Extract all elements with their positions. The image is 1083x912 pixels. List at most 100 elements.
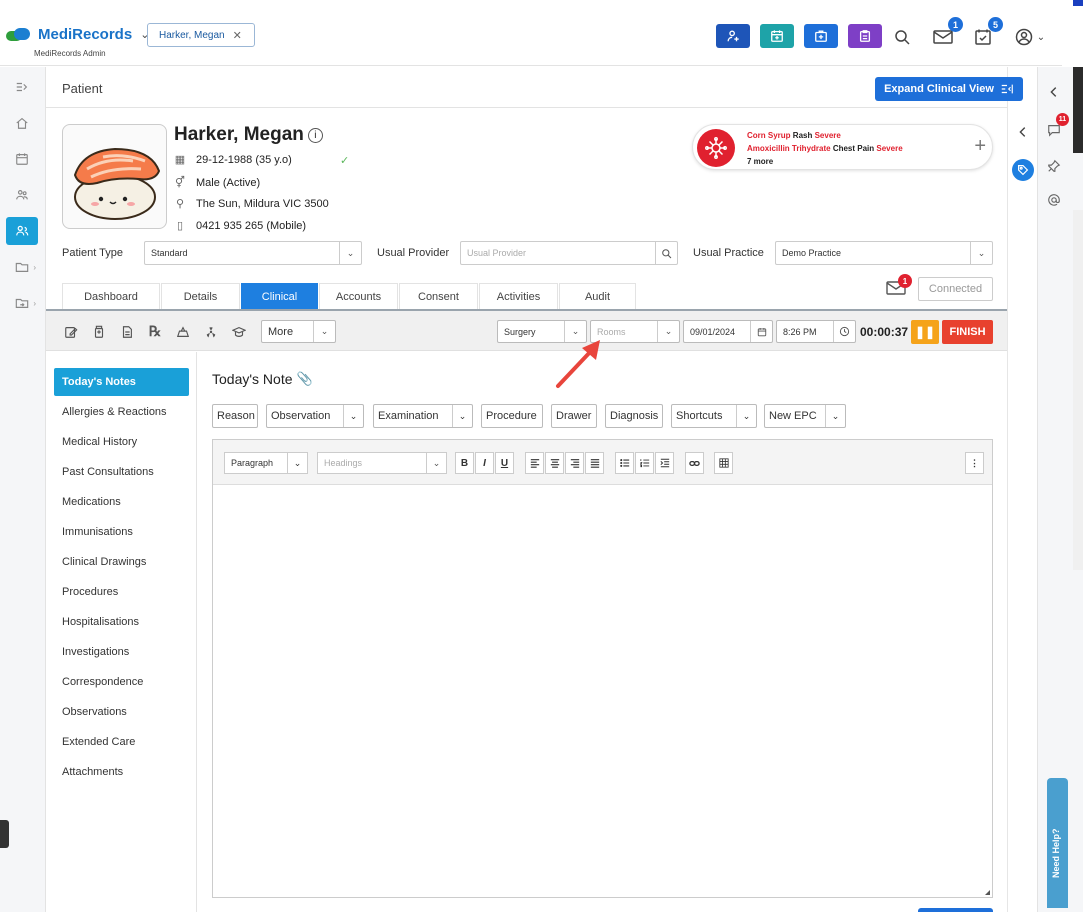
- tasks-icon[interactable]: 5: [972, 17, 1003, 48]
- block-format-select[interactable]: Paragraph ⌄: [224, 452, 308, 474]
- nav-clinical-drawings[interactable]: Clinical Drawings: [54, 548, 189, 576]
- group-icon[interactable]: [6, 181, 38, 209]
- reason-button[interactable]: Reason: [212, 404, 258, 428]
- usual-provider-input[interactable]: Usual Provider: [460, 241, 678, 265]
- bullet-list-button[interactable]: [615, 452, 634, 474]
- pin-icon[interactable]: [1043, 155, 1065, 177]
- nav-hospitalisations[interactable]: Hospitalisations: [54, 608, 189, 636]
- chat-icon[interactable]: 11: [1043, 113, 1069, 141]
- new-epc-dropdown[interactable]: New EPC ⌄: [764, 404, 846, 428]
- expand-clinical-view-button[interactable]: Expand Clinical View: [875, 77, 1023, 101]
- patients-icon[interactable]: [6, 217, 38, 245]
- chevron-left-icon[interactable]: [1043, 81, 1065, 103]
- search-icon[interactable]: [655, 242, 677, 264]
- folder-share-icon[interactable]: ›: [6, 289, 38, 317]
- underline-button[interactable]: U: [495, 452, 514, 474]
- tab-accounts[interactable]: Accounts: [319, 283, 398, 309]
- finish-button[interactable]: FINISH: [942, 320, 993, 344]
- nav-extended-care[interactable]: Extended Care: [54, 728, 189, 756]
- bold-button[interactable]: B: [455, 452, 474, 474]
- appointment-button[interactable]: [760, 24, 794, 48]
- tab-activities[interactable]: Activities: [479, 283, 558, 309]
- align-right-button[interactable]: [565, 452, 584, 474]
- nav-todays-notes[interactable]: Today's Notes: [54, 368, 189, 396]
- nav-correspondence[interactable]: Correspondence: [54, 668, 189, 696]
- align-left-button[interactable]: [525, 452, 544, 474]
- shortcuts-dropdown[interactable]: Shortcuts ⌄: [671, 404, 757, 428]
- pause-button[interactable]: ❚❚: [911, 320, 939, 344]
- connected-button[interactable]: Connected: [918, 277, 993, 301]
- allergy-more[interactable]: 7 more: [747, 157, 773, 166]
- numbered-list-button[interactable]: [635, 452, 654, 474]
- paperclip-icon[interactable]: 📎: [297, 371, 313, 387]
- nav-procedures[interactable]: Procedures: [54, 578, 189, 606]
- calendar-icon[interactable]: [6, 145, 38, 173]
- mention-icon[interactable]: [1043, 189, 1065, 211]
- user-menu[interactable]: ⌄: [1010, 26, 1050, 48]
- brand-logo[interactable]: MediRecords ⌄: [6, 26, 149, 43]
- clipboard-button[interactable]: [848, 24, 882, 48]
- date-input[interactable]: 09/01/2024: [683, 320, 773, 343]
- observation-dropdown[interactable]: Observation ⌄: [266, 404, 364, 428]
- edit-note-icon[interactable]: [62, 323, 80, 341]
- tab-consent[interactable]: Consent: [399, 283, 478, 309]
- calendar-icon[interactable]: [750, 321, 772, 342]
- info-icon[interactable]: i: [307, 127, 323, 143]
- education-icon[interactable]: [230, 323, 248, 341]
- nav-immunisations[interactable]: Immunisations: [54, 518, 189, 546]
- clock-icon[interactable]: [833, 321, 855, 342]
- scale-icon[interactable]: [174, 323, 192, 341]
- link-button[interactable]: [685, 452, 704, 474]
- prescription-bottle-icon[interactable]: [90, 323, 108, 341]
- document-icon[interactable]: [118, 323, 136, 341]
- time-input[interactable]: 8:26 PM: [776, 320, 856, 343]
- align-center-button[interactable]: [545, 452, 564, 474]
- mail-icon[interactable]: 1: [932, 17, 963, 48]
- nav-medications[interactable]: Medications: [54, 488, 189, 516]
- align-justify-button[interactable]: [585, 452, 604, 474]
- nav-observations[interactable]: Observations: [54, 698, 189, 726]
- collapse-menu-icon[interactable]: [6, 73, 38, 101]
- medical-kit-button[interactable]: [804, 24, 838, 48]
- save-button-edge[interactable]: [918, 908, 993, 912]
- nav-medical-history[interactable]: Medical History: [54, 428, 189, 456]
- home-icon[interactable]: [6, 109, 38, 137]
- headings-select[interactable]: Headings ⌄: [317, 452, 447, 474]
- tab-dashboard[interactable]: Dashboard: [62, 283, 160, 309]
- annotation-arrow: [556, 340, 600, 388]
- nav-attachments[interactable]: Attachments: [54, 758, 189, 786]
- close-icon[interactable]: ✕: [233, 29, 242, 42]
- side-tab-handle[interactable]: [0, 820, 9, 848]
- add-patient-button[interactable]: [716, 24, 750, 48]
- more-options-icon[interactable]: ⋮: [965, 452, 984, 474]
- table-button[interactable]: [714, 452, 733, 474]
- open-patient-chip[interactable]: Harker, Megan ✕: [147, 23, 255, 47]
- nav-allergies[interactable]: Allergies & Reactions: [54, 398, 189, 426]
- folder-icon[interactable]: ›: [6, 253, 38, 281]
- italic-button[interactable]: I: [475, 452, 494, 474]
- more-dropdown[interactable]: More ⌄: [261, 320, 336, 343]
- usual-practice-select[interactable]: Demo Practice ⌄: [775, 241, 993, 265]
- diagnosis-button[interactable]: Diagnosis: [605, 404, 663, 428]
- nav-past-consultations[interactable]: Past Consultations: [54, 458, 189, 486]
- tab-clinical[interactable]: Clinical: [241, 283, 318, 309]
- examination-dropdown[interactable]: Examination ⌄: [373, 404, 473, 428]
- radiation-icon[interactable]: [202, 323, 220, 341]
- add-allergy-icon[interactable]: +: [974, 135, 986, 158]
- allergy-summary[interactable]: Corn Syrup Rash Severe Amoxicillin Trihy…: [692, 124, 993, 170]
- patient-type-select[interactable]: Standard ⌄: [144, 241, 362, 265]
- search-icon[interactable]: [891, 26, 913, 48]
- rx-icon[interactable]: ℞: [146, 323, 164, 341]
- procedure-button[interactable]: Procedure: [481, 404, 543, 428]
- indent-button[interactable]: [655, 452, 674, 474]
- need-help-button[interactable]: Need Help?: [1047, 778, 1068, 908]
- nav-investigations[interactable]: Investigations: [54, 638, 189, 666]
- tab-details[interactable]: Details: [161, 283, 240, 309]
- chevron-down-icon: ⌄: [657, 321, 679, 342]
- tab-audit[interactable]: Audit: [559, 283, 636, 309]
- tag-icon[interactable]: [1012, 159, 1034, 181]
- drawer-button[interactable]: Drawer: [551, 404, 597, 428]
- chevron-left-icon[interactable]: [1012, 121, 1034, 143]
- resize-handle[interactable]: [985, 890, 990, 895]
- rich-text-editor[interactable]: Paragraph ⌄ Headings ⌄ B I U ⋮: [212, 439, 993, 898]
